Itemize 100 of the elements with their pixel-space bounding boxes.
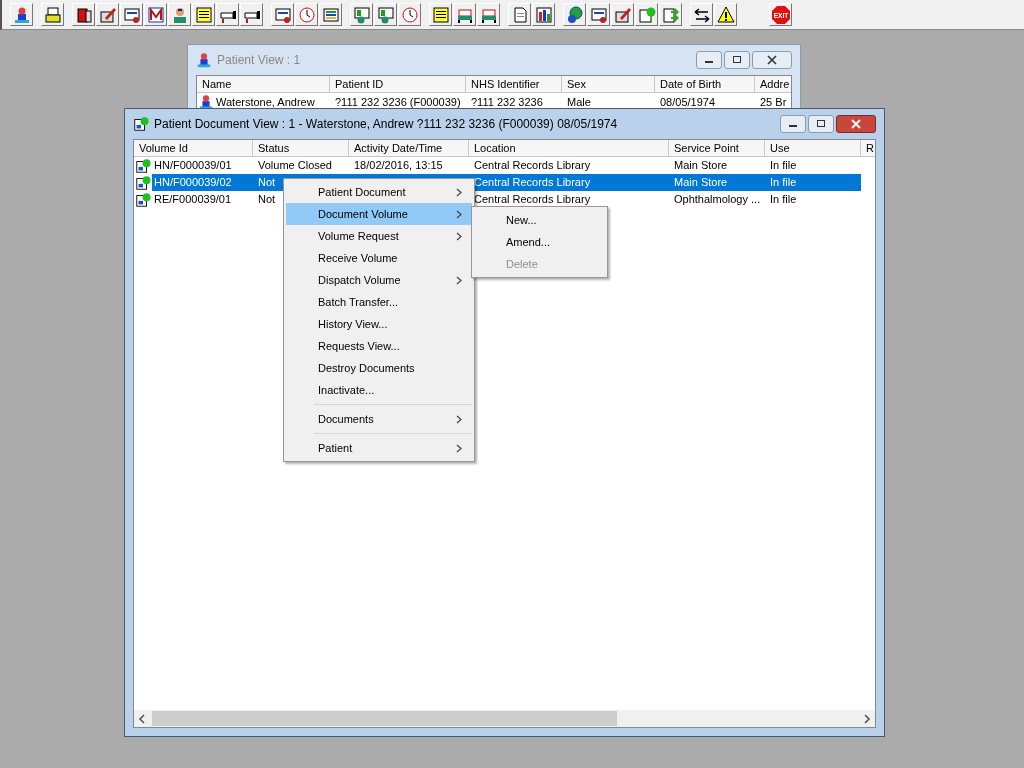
- table-cell[interactable]: In file: [765, 174, 861, 191]
- toolbar-button[interactable]: [453, 3, 476, 26]
- note-icon: [194, 5, 213, 24]
- book-icon: [74, 5, 93, 24]
- toolbar-button[interactable]: [563, 3, 586, 26]
- table-cell[interactable]: HN/F000039/01: [152, 157, 253, 174]
- table-cell[interactable]: In file: [765, 157, 861, 174]
- toolbar-button[interactable]: [532, 3, 555, 26]
- column-header[interactable]: Date of Birth: [655, 76, 755, 93]
- swap-arrows-icon: [692, 5, 711, 24]
- toolbar-button[interactable]: [96, 3, 119, 26]
- scrollbar-thumb[interactable]: [152, 711, 618, 726]
- column-header[interactable]: Activity Date/Time: [349, 140, 469, 157]
- globe-icon: [565, 5, 584, 24]
- column-header[interactable]: Status: [253, 140, 349, 157]
- table-cell[interactable]: RE/F000039/01: [152, 191, 253, 208]
- menu-item[interactable]: Dispatch Volume: [286, 269, 472, 291]
- list-icon: [321, 5, 340, 24]
- column-header[interactable]: NHS Identifier: [466, 76, 562, 93]
- menu-item[interactable]: Requests View...: [286, 335, 472, 357]
- menu-item[interactable]: History View...: [286, 313, 472, 335]
- table-cell[interactable]: Central Records Library: [469, 174, 669, 191]
- toolbar-button[interactable]: [144, 3, 167, 26]
- toolbar-button[interactable]: [319, 3, 342, 26]
- card-icon: [273, 5, 292, 24]
- clock-icon: [297, 5, 316, 24]
- table-cell[interactable]: 18/02/2016, 13:15: [349, 157, 469, 174]
- note-icon: [431, 5, 450, 24]
- window-title: Patient View : 1: [217, 53, 301, 67]
- toolbar-button[interactable]: [429, 3, 452, 26]
- toolbar-button[interactable]: [587, 3, 610, 26]
- maximize-icon: [816, 119, 826, 129]
- close-icon: [767, 55, 777, 65]
- person-icon: [12, 5, 31, 24]
- scroll-left-icon[interactable]: [138, 713, 146, 724]
- toolbar-button[interactable]: [41, 3, 64, 26]
- person-icon: [196, 52, 212, 68]
- horizontal-scrollbar[interactable]: [134, 710, 875, 727]
- close-icon: [851, 119, 861, 129]
- column-header[interactable]: Service Point: [669, 140, 765, 157]
- column-header[interactable]: R: [861, 140, 875, 157]
- document-icon: [637, 5, 656, 24]
- person-icon: [198, 93, 214, 110]
- toolbar-button[interactable]: [271, 3, 294, 26]
- table-cell: 25 Br: [760, 95, 787, 108]
- chevron-right-icon: [456, 443, 462, 453]
- warning-icon: [716, 5, 735, 24]
- toolbar-button[interactable]: [192, 3, 215, 26]
- maximize-icon: [732, 55, 742, 65]
- pencil-icon: [613, 5, 632, 24]
- table-cell[interactable]: Central Records Library: [469, 157, 669, 174]
- window-title: Patient Document View : 1 - Waterstone, Andrew ?111 232 3236 (F000039) 08/05/1974: [154, 117, 618, 131]
- minimize-button[interactable]: [780, 115, 806, 133]
- monitor-icon: [376, 5, 395, 24]
- card-icon: [589, 5, 608, 24]
- table-cell[interactable]: Main Store: [669, 174, 765, 191]
- transfer-icon: [661, 5, 680, 24]
- column-header[interactable]: Addre: [755, 76, 791, 93]
- menu-item[interactable]: Document Volume: [286, 203, 472, 225]
- toolbar-button[interactable]: [611, 3, 634, 26]
- close-button[interactable]: [752, 51, 792, 69]
- maximize-button[interactable]: [808, 115, 834, 133]
- chevron-right-icon: [456, 209, 462, 219]
- toolbar-button[interactable]: [690, 3, 713, 26]
- table-cell[interactable]: In file: [765, 191, 861, 208]
- column-header[interactable]: Patient ID: [330, 76, 466, 93]
- chevron-right-icon: [456, 414, 462, 424]
- column-header[interactable]: Sex: [562, 76, 655, 93]
- toolbar-button[interactable]: [714, 3, 737, 26]
- table-cell[interactable]: Volume Closed: [253, 157, 349, 174]
- toolbar-button[interactable]: [10, 3, 33, 26]
- menu-item[interactable]: Batch Transfer...: [286, 291, 472, 313]
- bar-chart-icon: [534, 5, 553, 24]
- toolbar-button[interactable]: [477, 3, 500, 26]
- table-cell: 08/05/1974: [660, 95, 716, 108]
- menu-item[interactable]: Amend...: [474, 231, 605, 253]
- toolbar-button[interactable]: [120, 3, 143, 26]
- maximize-button[interactable]: [724, 51, 750, 69]
- table-cell: ?111 232 3236: [471, 95, 543, 108]
- menu-item[interactable]: New...: [474, 209, 605, 231]
- table-cell[interactable]: Ophthalmology ...: [669, 191, 765, 208]
- menu-item[interactable]: Inactivate...: [286, 379, 472, 401]
- column-header[interactable]: Volume Id: [134, 140, 253, 157]
- close-button[interactable]: [836, 115, 876, 133]
- column-header[interactable]: Location: [469, 140, 669, 157]
- menu-item[interactable]: Receive Volume: [286, 247, 472, 269]
- scroll-right-icon[interactable]: [863, 713, 871, 724]
- clock-icon: [400, 5, 419, 24]
- menu-item[interactable]: Destroy Documents: [286, 357, 472, 379]
- column-header[interactable]: Name: [197, 76, 330, 93]
- toolbar-button[interactable]: [72, 3, 95, 26]
- chevron-right-icon: [456, 187, 462, 197]
- table-cell[interactable]: Main Store: [669, 157, 765, 174]
- chevron-right-icon: [456, 231, 462, 241]
- table-cell[interactable]: HN/F000039/02: [152, 174, 253, 191]
- minimize-button[interactable]: [696, 51, 722, 69]
- menu-item[interactable]: Patient Document: [286, 181, 472, 203]
- table-cell: ?111 232 3236 (F000039): [335, 95, 461, 108]
- column-header[interactable]: Use: [765, 140, 861, 157]
- menu-item[interactable]: Volume Request: [286, 225, 472, 247]
